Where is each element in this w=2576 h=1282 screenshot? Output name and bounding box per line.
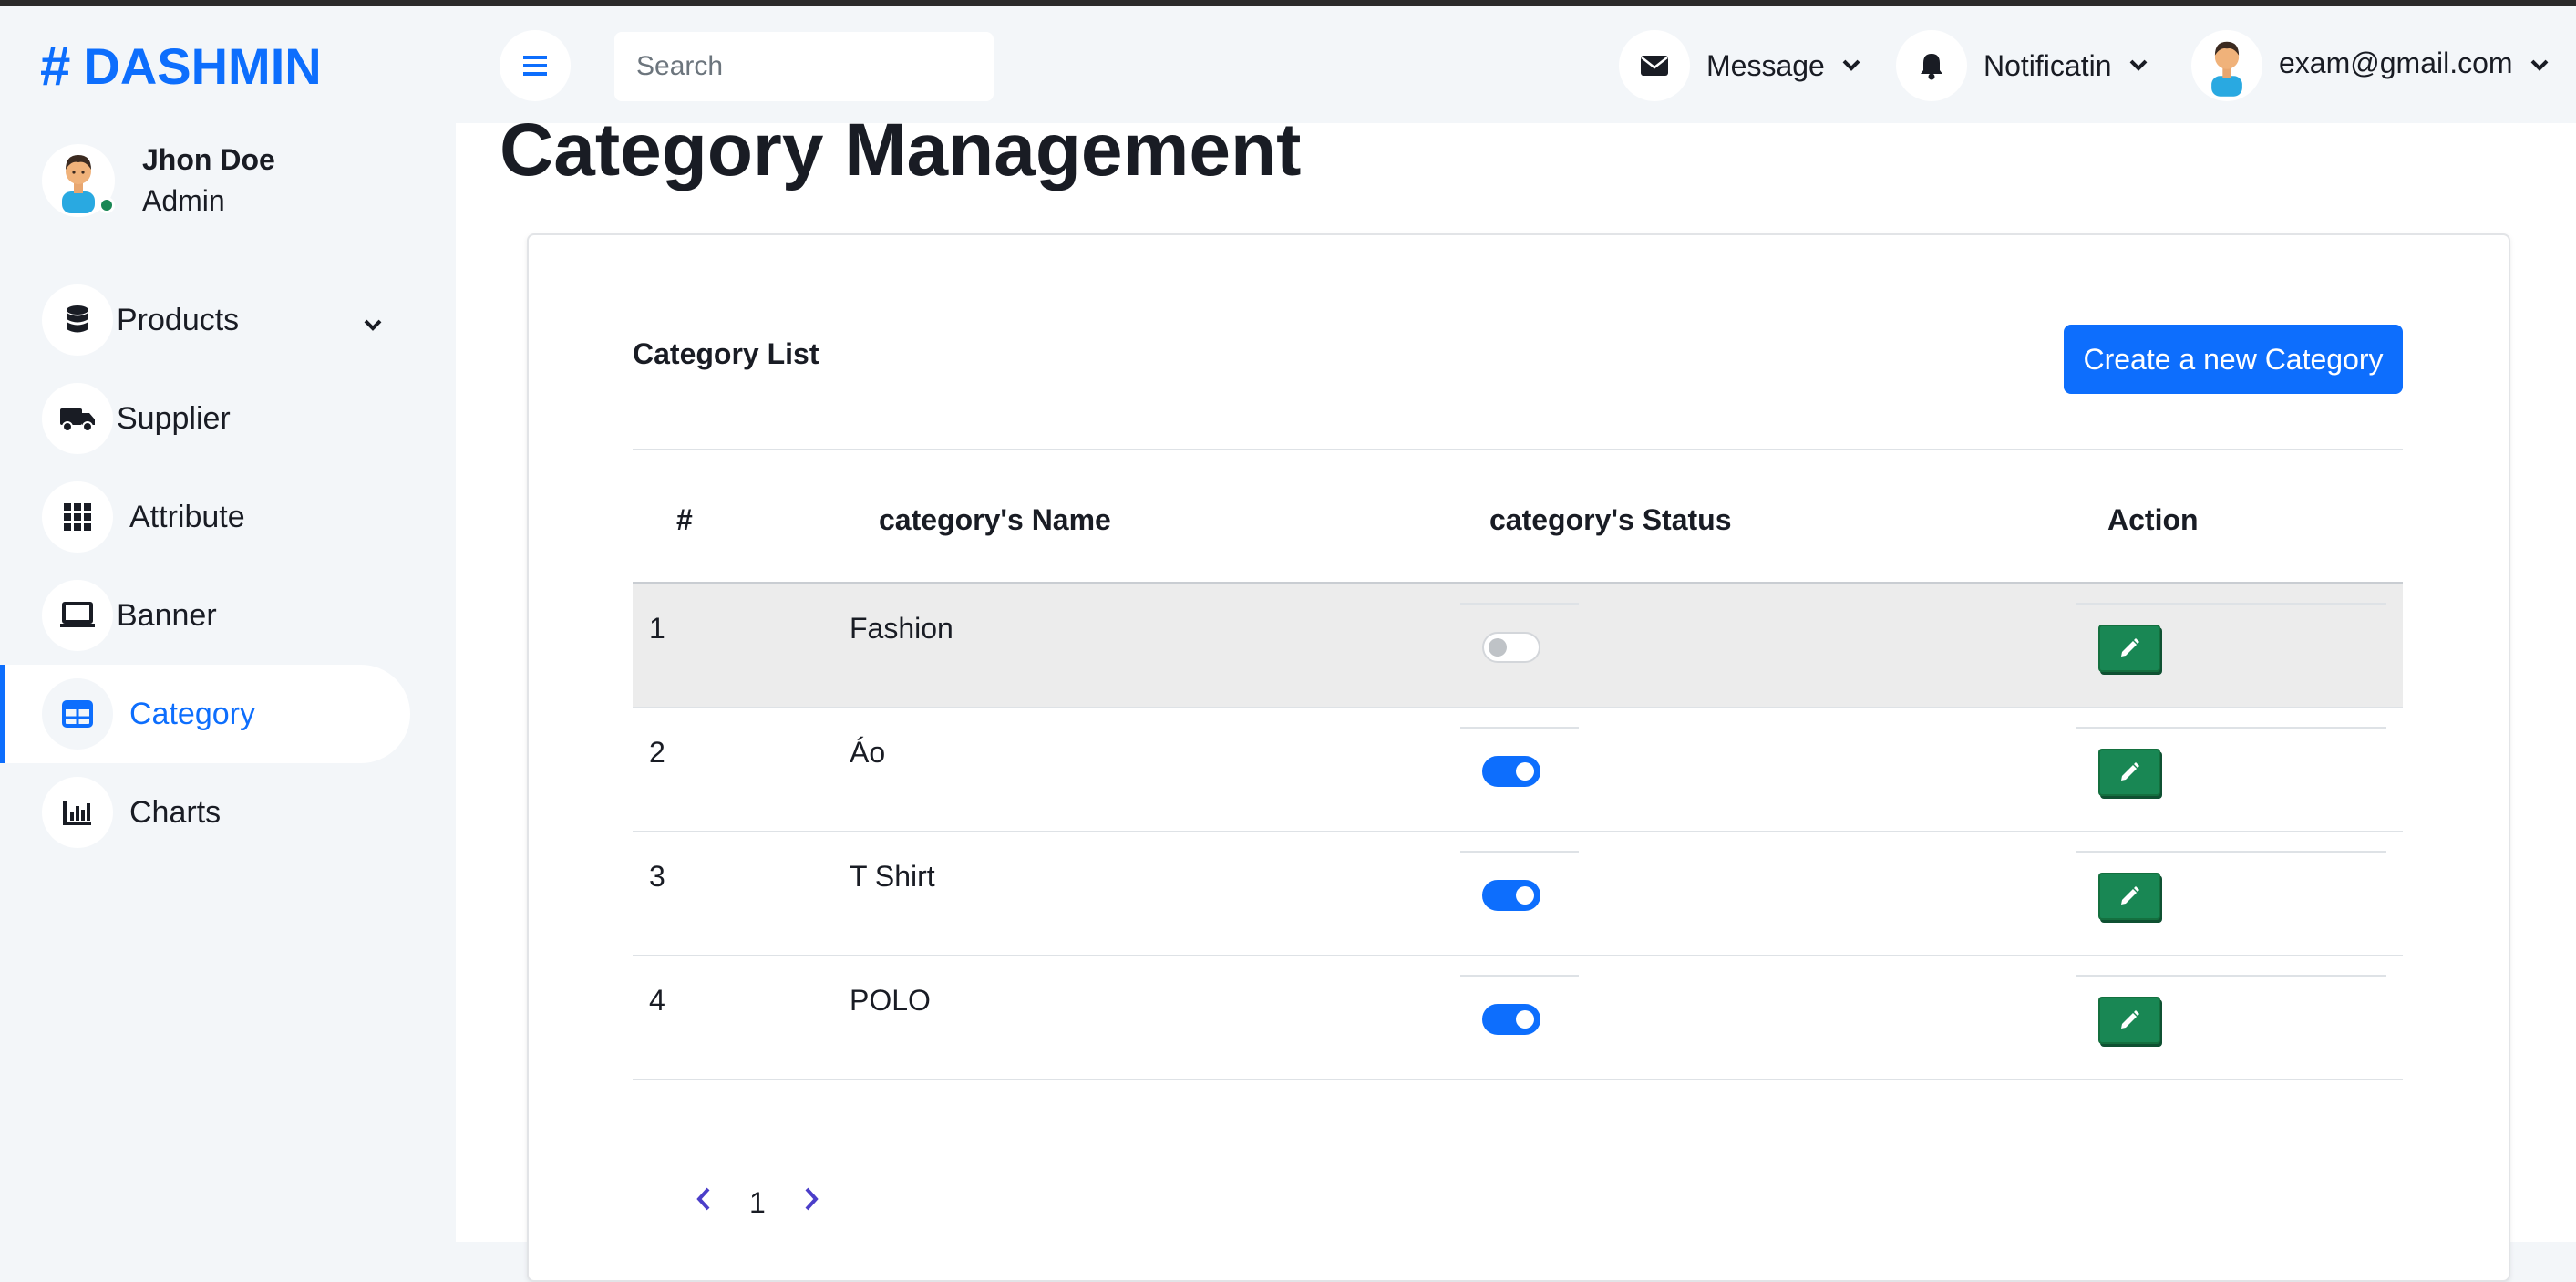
row-index: 3: [649, 860, 665, 893]
edit-button[interactable]: [2098, 873, 2160, 920]
row-name: POLO: [850, 984, 931, 1017]
action-cell: [2076, 603, 2386, 708]
avatar: [42, 144, 115, 217]
chevron-down-icon: [1842, 59, 1860, 71]
status-cell: [1460, 727, 1579, 832]
user-dropdown[interactable]: exam@gmail.com: [2191, 30, 2550, 101]
sidebar-item-charts[interactable]: Charts: [0, 763, 410, 862]
chevron-down-icon[interactable]: [363, 305, 383, 341]
row-index: 2: [649, 736, 665, 769]
status-toggle[interactable]: [1482, 1004, 1540, 1035]
message-dropdown[interactable]: Message: [1619, 30, 1861, 101]
bar-chart-icon: [42, 777, 113, 848]
chevron-left-icon[interactable]: [695, 1185, 713, 1220]
truck-icon: [42, 383, 113, 454]
column-header-status: category's Status: [1489, 503, 1732, 536]
table-row: 4 POLO: [633, 956, 2403, 1080]
pencil-icon: [2121, 638, 2139, 657]
status-cell: [1460, 603, 1579, 708]
sidebar-item-label: Products: [117, 302, 240, 337]
row-index: 1: [649, 612, 665, 645]
message-label: Message: [1706, 48, 1825, 82]
search-input[interactable]: [614, 32, 994, 101]
pencil-icon: [2121, 1010, 2139, 1029]
topbar: Message Notificatin exam@gmail.com: [456, 6, 2576, 123]
sidebar-item-label: Supplier: [117, 400, 231, 436]
sidebar: # DASHMIN Jhon Doe Admin Products Suppli…: [0, 6, 410, 873]
sidebar-nav: Products Supplier Attribute Banner Categ…: [0, 271, 410, 862]
column-header-index: #: [676, 503, 693, 536]
row-name: Fashion: [850, 612, 953, 645]
grid-icon: [42, 481, 113, 553]
online-status-dot: [98, 197, 115, 213]
sidebar-item-label: Category: [129, 696, 255, 731]
profile-role: Admin: [142, 184, 225, 217]
chevron-right-icon[interactable]: [802, 1185, 820, 1220]
action-cell: [2076, 851, 2386, 956]
row-index: 4: [649, 984, 665, 1017]
bell-icon: [1896, 30, 1967, 101]
status-toggle[interactable]: [1482, 632, 1540, 663]
edit-button[interactable]: [2098, 997, 2160, 1044]
status-cell: [1460, 851, 1579, 956]
chevron-down-icon: [2530, 59, 2548, 71]
table-icon: [42, 678, 113, 750]
laptop-icon: [42, 580, 113, 651]
table-row: 3 T Shirt: [633, 832, 2403, 956]
page-number[interactable]: 1: [749, 1186, 766, 1220]
status-toggle[interactable]: [1482, 756, 1540, 787]
card-title: Category List: [633, 337, 819, 370]
user-email: exam@gmail.com: [2279, 46, 2513, 79]
notification-label: Notificatin: [1984, 48, 2112, 82]
brand-logo[interactable]: # DASHMIN: [40, 34, 322, 98]
chevron-down-icon: [2129, 59, 2147, 71]
create-category-button[interactable]: Create a new Category: [2064, 325, 2403, 394]
sidebar-item-label: Banner: [117, 597, 217, 633]
status-cell: [1460, 975, 1579, 1080]
action-cell: [2076, 975, 2386, 1080]
window-top-strip: [0, 0, 2576, 6]
sidebar-item-banner[interactable]: Banner: [0, 566, 410, 665]
table-row: 2 Áo: [633, 708, 2403, 832]
column-header-name: category's Name: [879, 503, 1111, 536]
column-header-action: Action: [2107, 503, 2199, 536]
pagination: 1: [695, 1185, 820, 1220]
sidebar-item-category[interactable]: Category: [0, 665, 410, 763]
table-row: 1 Fashion: [633, 584, 2403, 708]
hamburger-icon: [523, 56, 547, 76]
brand-hash-icon: #: [40, 35, 71, 97]
sidebar-item-products[interactable]: Products: [0, 271, 410, 369]
page-title: Category Management: [500, 109, 1302, 191]
sidebar-item-supplier[interactable]: Supplier: [0, 369, 410, 468]
notification-dropdown[interactable]: Notificatin: [1896, 30, 2148, 101]
user-profile: Jhon Doe Admin: [42, 143, 275, 218]
pencil-icon: [2121, 886, 2139, 905]
status-toggle[interactable]: [1482, 880, 1540, 911]
sidebar-item-label: Attribute: [129, 499, 245, 534]
envelope-icon: [1619, 30, 1690, 101]
user-avatar-icon: [2191, 30, 2262, 101]
sidebar-item-attribute[interactable]: Attribute: [0, 468, 410, 566]
edit-button[interactable]: [2098, 625, 2160, 672]
brand-name: DASHMIN: [83, 36, 322, 95]
database-icon: [42, 284, 113, 356]
sidebar-item-label: Charts: [129, 794, 222, 830]
row-name: T Shirt: [850, 860, 935, 893]
action-cell: [2076, 727, 2386, 832]
profile-name: Jhon Doe: [142, 143, 275, 176]
pencil-icon: [2121, 762, 2139, 781]
menu-toggle-button[interactable]: [500, 30, 571, 101]
row-name: Áo: [850, 736, 886, 769]
edit-button[interactable]: [2098, 749, 2160, 796]
table-header: # category's Name category's Status Acti…: [633, 450, 2403, 584]
